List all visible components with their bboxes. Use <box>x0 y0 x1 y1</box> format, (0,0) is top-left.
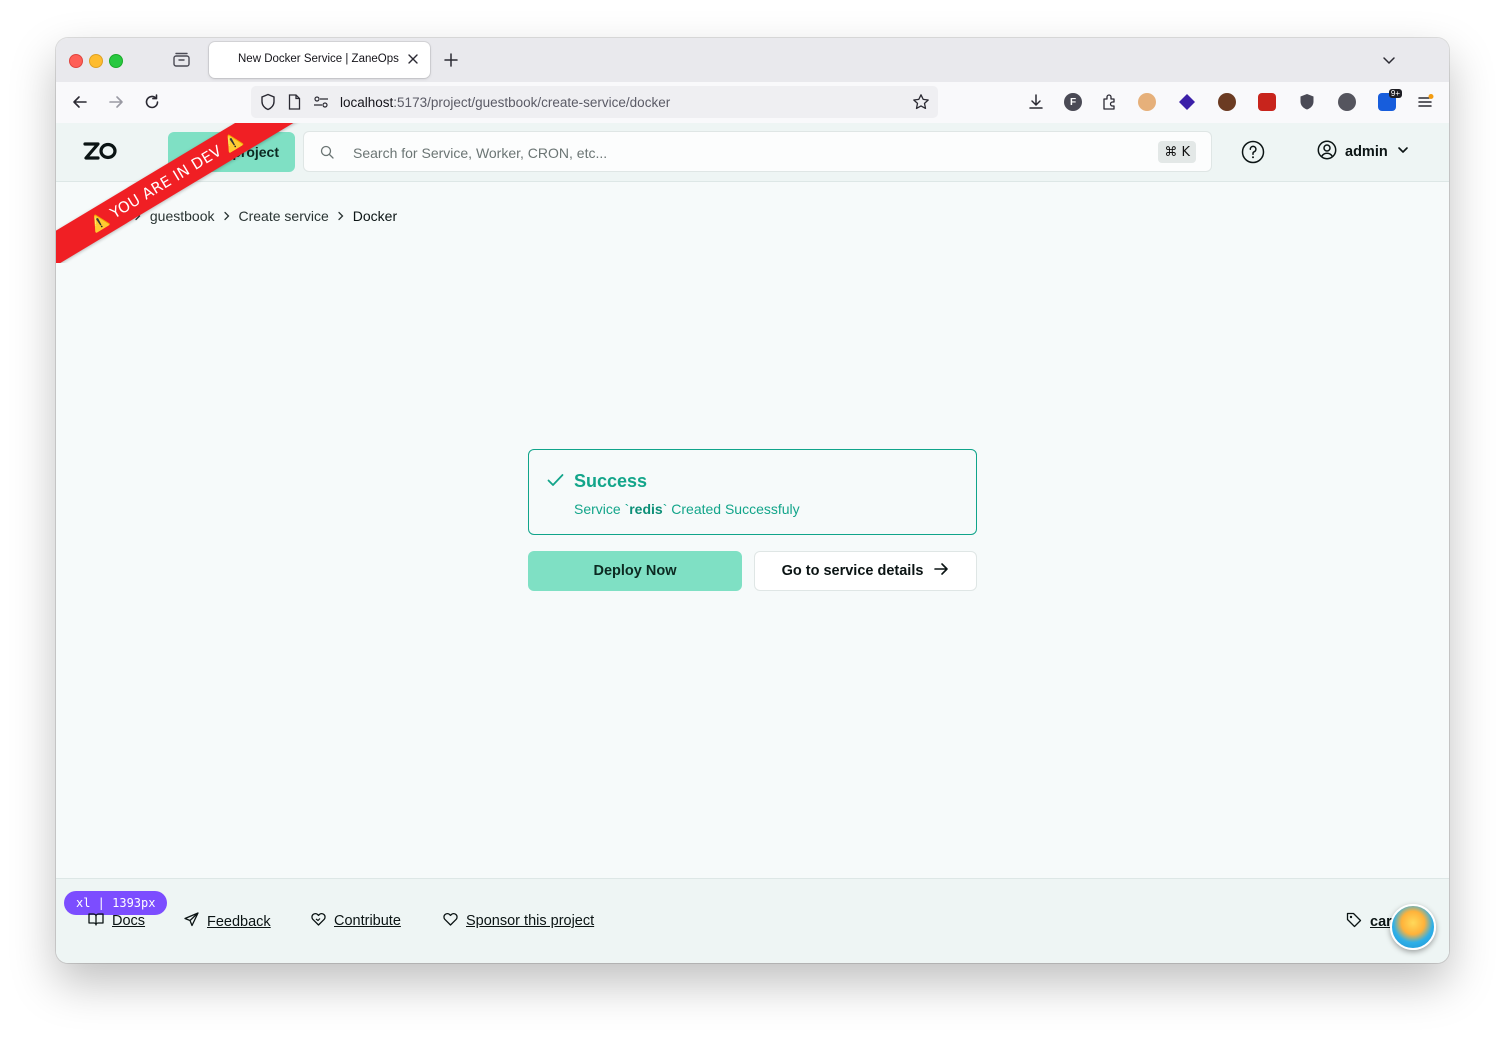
user-name: admin <box>1345 144 1388 160</box>
new-tab-icon[interactable] <box>442 51 460 69</box>
close-icon[interactable] <box>406 52 420 66</box>
url-text[interactable]: localhost:5173/project/guestbook/create-… <box>340 95 670 110</box>
back-arrow-icon[interactable] <box>71 93 89 111</box>
version-link[interactable]: car <box>1346 912 1392 932</box>
arrow-right-icon <box>933 561 949 581</box>
active-tab[interactable]: New Docker Service | ZaneOps <box>209 42 430 78</box>
check-icon <box>547 473 564 492</box>
menu-icon[interactable] <box>1416 93 1434 111</box>
user-menu[interactable]: admin <box>1317 140 1410 164</box>
success-alert: Success Service `redis` Created Successf… <box>528 449 977 535</box>
chevron-down-icon <box>1396 143 1410 161</box>
tab-title: New Docker Service | ZaneOps <box>238 53 399 65</box>
extension-f-icon[interactable]: F <box>1064 93 1082 111</box>
search-box[interactable]: ⌘ K <box>303 131 1212 172</box>
navigation-bar: localhost:5173/project/guestbook/create-… <box>56 82 1449 124</box>
extension-cookie-icon[interactable] <box>1218 93 1236 111</box>
tag-icon <box>1346 912 1362 932</box>
browser-window: New Docker Service | ZaneOps localhost:5… <box>56 38 1449 963</box>
sponsor-link[interactable]: Sponsor this project <box>443 912 594 930</box>
reload-icon[interactable] <box>143 93 161 111</box>
deploy-now-button[interactable]: Deploy Now <box>528 551 742 591</box>
breadcrumb-projects[interactable]: cts <box>108 208 126 224</box>
contribute-link[interactable]: Contribute <box>311 912 401 930</box>
extension-badge: 9+ <box>1388 89 1402 98</box>
forward-arrow-icon[interactable] <box>107 93 125 111</box>
chevron-right-icon <box>215 211 239 221</box>
downloads-icon[interactable] <box>1027 93 1045 111</box>
extension-circle-icon[interactable] <box>1338 93 1356 111</box>
docs-link[interactable]: Docs <box>88 912 145 930</box>
zaneops-logo[interactable] <box>83 141 117 166</box>
tab-overview-icon[interactable] <box>172 51 190 67</box>
chevron-right-icon <box>329 211 353 221</box>
service-name: redis <box>629 501 663 517</box>
breadcrumb-project[interactable]: guestbook <box>150 208 215 224</box>
tab-bar: New Docker Service | ZaneOps <box>56 38 1449 82</box>
extension-red-icon[interactable] <box>1258 93 1276 111</box>
breadcrumb: cts guestbook Create service Docker <box>108 208 397 224</box>
hand-heart-icon <box>311 912 326 930</box>
search-icon <box>320 145 334 164</box>
breadcrumb-create-service[interactable]: Create service <box>239 208 329 224</box>
service-details-button[interactable]: Go to service details <box>754 551 977 591</box>
bitwarden-icon[interactable]: 9+ <box>1378 89 1402 111</box>
alert-description: Service `redis` Created Successfuly <box>574 501 800 517</box>
extension-diamond-icon[interactable] <box>1178 93 1196 111</box>
shield-icon[interactable] <box>260 93 276 116</box>
send-icon <box>184 912 199 931</box>
minimize-window-button[interactable] <box>89 54 103 68</box>
help-icon[interactable] <box>1241 140 1265 164</box>
url-bar[interactable]: localhost:5173/project/guestbook/create-… <box>251 86 938 118</box>
keyboard-shortcut-badge: ⌘ K <box>1158 141 1196 163</box>
service-details-label: Go to service details <box>781 563 924 579</box>
footer: xl | 1393px Docs Feedback Contribute Spo… <box>56 878 1449 963</box>
extension-face-icon[interactable] <box>1138 93 1156 111</box>
search-input[interactable] <box>351 140 1135 166</box>
chevron-right-icon <box>126 211 150 221</box>
alert-title: Success <box>574 471 648 491</box>
maximize-window-button[interactable] <box>109 54 123 68</box>
book-icon <box>88 912 104 930</box>
extensions-puzzle-icon[interactable] <box>1100 93 1118 111</box>
bookmark-star-icon[interactable] <box>912 93 930 116</box>
chevron-down-icon[interactable] <box>1381 52 1397 68</box>
breadcrumb-current: Docker <box>352 208 398 224</box>
devtools-avatar-icon[interactable] <box>1390 904 1436 950</box>
heart-icon <box>443 912 458 930</box>
user-circle-icon <box>1317 140 1337 164</box>
app-header: project ⌘ K admin <box>56 123 1449 182</box>
feedback-link[interactable]: Feedback <box>184 912 271 931</box>
site-permissions-icon[interactable] <box>313 95 329 114</box>
page-icon[interactable] <box>288 94 301 115</box>
ublock-shield-icon[interactable] <box>1298 93 1316 111</box>
close-window-button[interactable] <box>69 54 83 68</box>
new-project-button[interactable]: project <box>168 132 295 172</box>
